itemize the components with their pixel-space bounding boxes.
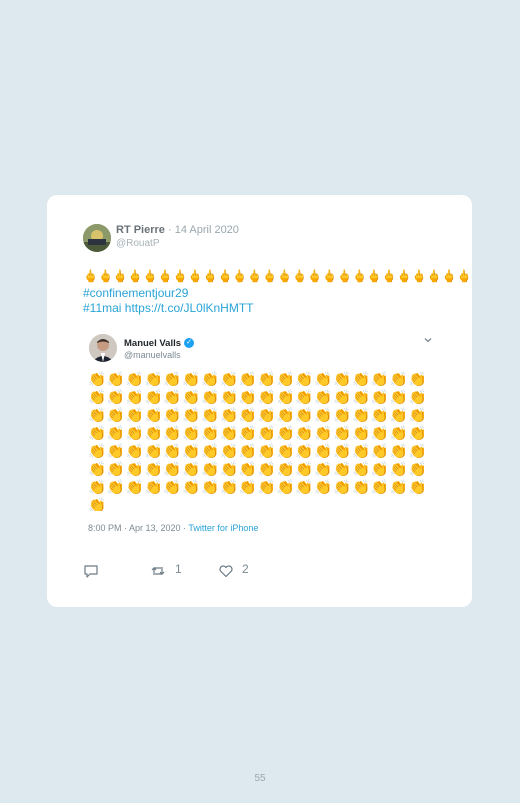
like-count: 2 [242,562,249,576]
reply-icon [84,565,98,578]
quoted-source-link[interactable]: Twitter for iPhone [188,523,258,533]
author-handle: @RouatP [116,238,160,249]
quoted-timestamp: 8:00 PM · Apr 13, 2020 · [88,523,189,533]
quoted-tweet-meta: 8:00 PM · Apr 13, 2020 · Twitter for iPh… [88,523,258,533]
tweet-date: · 14 April 2020 [167,224,239,236]
verified-icon: ✓ [184,338,195,349]
retweet-button[interactable]: 1 [150,561,190,581]
tweet-card: RT Pierre · 14 April 2020 @RouatP 🖕🖕🖕🖕🖕🖕… [47,195,472,607]
quoted-author-name-text: Manuel Valls [124,338,182,349]
chevron-down-icon[interactable] [422,333,434,345]
retweet-count: 1 [175,562,182,576]
retweet-icon [151,567,165,575]
emoji-text: 🖕🖕🖕🖕🖕🖕🖕🖕🖕🖕🖕🖕🖕🖕🖕🖕🖕🖕🖕🖕🖕🖕🖕🖕🖕🖕🖕🖕🖕🖕🖕🖕🖕🖕🖕🖕🖕🖕🖕🖕… [83,269,472,283]
author-line: RT Pierre · 14 April 2020 [116,224,239,236]
hashtag-url-link[interactable]: #11mai https://t.co/JL0lKnHMTT [83,301,254,315]
like-button[interactable]: 2 [218,561,258,581]
quoted-author-handle: @manuelvalls [124,350,181,360]
quoted-tweet-text: 👏👏👏👏👏👏👏👏👏👏👏👏👏👏👏👏👏👏👏👏👏👏👏👏👏👏👏👏👏👏👏👏👏👏👏👏👏👏👏👏… [88,372,428,511]
quoted-tweet[interactable]: Manuel Valls ✓ @manuelvalls 👏👏👏👏👏👏👏👏👏👏👏👏👏… [83,327,435,543]
author-avatar[interactable] [83,224,111,252]
author-name[interactable]: RT Pierre [116,224,165,236]
reply-button[interactable] [83,561,103,581]
hashtag-link[interactable]: #confinementjour29 [83,286,188,300]
quoted-author-name[interactable]: Manuel Valls ✓ [124,338,195,349]
quoted-author-avatar[interactable] [89,334,117,362]
tweet-actions: 1 2 [83,561,283,581]
like-icon [219,565,233,578]
page-number: 55 [254,773,266,784]
